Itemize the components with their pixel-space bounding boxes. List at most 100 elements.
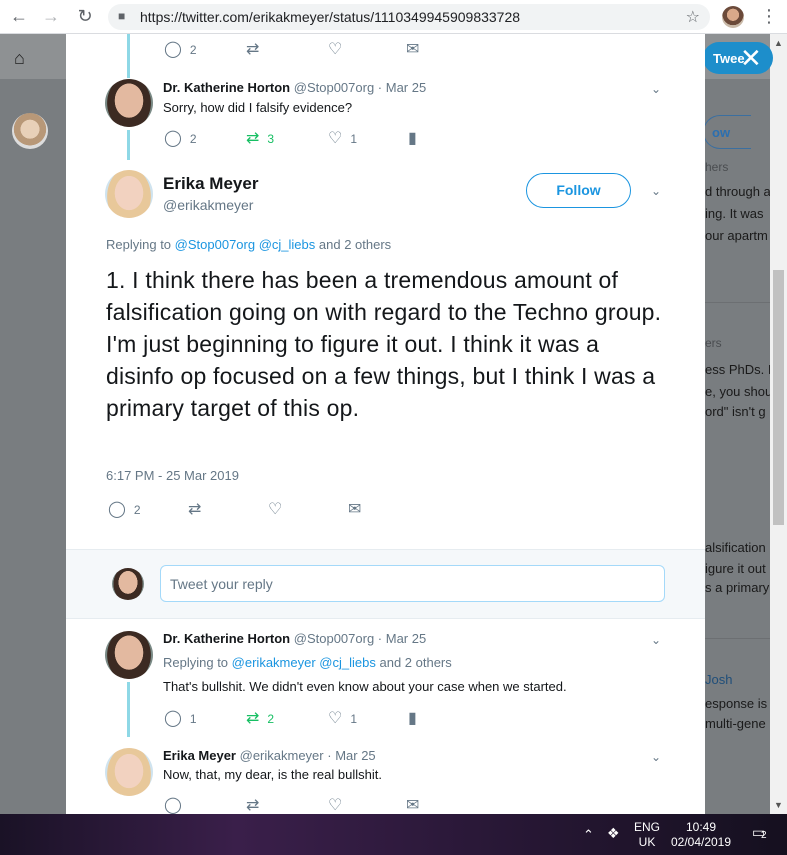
tweet-button[interactable]: Twee [703, 42, 773, 74]
background-snippet: Josh [705, 672, 733, 687]
heart-icon: ♡ [328, 130, 343, 147]
background-snippet: ing. It was [705, 206, 764, 221]
chevron-up-icon[interactable]: ⌃ [583, 827, 594, 842]
forward-icon[interactable]: → [40, 6, 62, 26]
background-snippet: d through a [705, 184, 771, 199]
author-name[interactable]: Erika Meyer [163, 174, 258, 194]
background-snippet: ord" isn't g [705, 404, 766, 419]
timestamp[interactable]: 6:17 PM - 25 Mar 2019 [106, 468, 239, 483]
tweet-text: Sorry, how did I falsify evidence? [163, 100, 353, 115]
retweet-icon: ⇄ [246, 797, 260, 814]
divider [705, 302, 770, 303]
reply-icon: ◯ [108, 501, 126, 518]
profile-avatar[interactable] [722, 6, 744, 28]
close-icon[interactable]: ✕ [740, 44, 762, 72]
chevron-down-icon[interactable]: ⌄ [651, 750, 661, 764]
tweet-text: That's bullshit. We didn't even know abo… [163, 679, 567, 694]
analytics-action[interactable]: ▮ [408, 711, 425, 727]
replying-to: Replying to @Stop007org @cj_liebs and 2 … [106, 237, 392, 252]
avatar[interactable] [105, 170, 153, 218]
envelope-icon: ✉ [406, 797, 420, 814]
message-action[interactable]: ✉ [348, 502, 369, 518]
user-avatar [112, 568, 144, 600]
tweet-author[interactable]: Dr. Katherine Horton @Stop007org · Mar 2… [163, 631, 426, 646]
retweet-action[interactable]: ⇄ [246, 42, 267, 58]
scroll-up-icon[interactable]: ▲ [774, 38, 783, 48]
tweet-author[interactable]: Erika Meyer @erikakmeyer · Mar 25 [163, 748, 376, 763]
like-action[interactable]: ♡ 1 [328, 131, 357, 147]
thread-line [127, 34, 130, 78]
background-snippet: multi-gene [705, 716, 766, 731]
chevron-down-icon[interactable]: ⌄ [651, 82, 661, 96]
avatar[interactable] [105, 631, 153, 679]
thread-line [127, 130, 130, 160]
like-action[interactable]: ♡ [328, 42, 350, 58]
envelope-icon: ✉ [406, 41, 420, 58]
scrollbar-thumb[interactable] [773, 270, 784, 525]
reload-icon[interactable]: ↻ [74, 6, 96, 26]
page-scrollbar[interactable]: ▲ ▼ [770, 34, 787, 814]
url-text[interactable]: https://twitter.com/erikakmeyer/status/1… [140, 9, 520, 25]
clock[interactable]: 10:49 02/04/2019 [670, 820, 732, 850]
thread-line [127, 682, 130, 737]
background-snippet: s a primary [705, 580, 770, 595]
follow-button[interactable]: Follow [526, 173, 631, 208]
message-action[interactable]: ✉ [406, 798, 427, 814]
retweet-action[interactable]: ⇄ 2 [246, 711, 274, 727]
reply-icon: ◯ [164, 41, 182, 58]
lock-icon: ■ [118, 9, 126, 23]
reply-icon: ◯ [164, 797, 182, 814]
background-snippet: ess PhDs. I [705, 362, 772, 377]
retweet-icon: ⇄ [246, 130, 260, 147]
reply-action[interactable]: ◯ 1 [164, 711, 197, 727]
background-snippet: e, you shou [705, 384, 773, 399]
retweet-icon: ⇄ [246, 710, 260, 727]
retweet-icon: ⇄ [188, 501, 202, 518]
tweet-modal: ◯ 2 ⇄ ♡ ✉ Dr. Katherine Horton @Stop007or… [66, 34, 705, 814]
retweet-action[interactable]: ⇄ 3 [246, 131, 274, 147]
envelope-icon: ✉ [348, 501, 362, 518]
heart-icon: ♡ [328, 710, 343, 727]
home-icon: ⌂ [14, 48, 25, 68]
like-action[interactable]: ♡ [328, 798, 350, 814]
language-indicator[interactable]: ENG UK [634, 820, 660, 850]
background-snippet: our apartm [705, 228, 768, 243]
reply-action[interactable]: ◯ [164, 798, 190, 814]
message-action[interactable]: ✉ [406, 42, 427, 58]
reply-input[interactable]: Tweet your reply [160, 565, 665, 602]
notification-icon[interactable]: ▭ 2 [752, 824, 772, 844]
author-handle[interactable]: @erikakmeyer [163, 197, 253, 213]
retweet-action[interactable]: ⇄ [188, 502, 209, 518]
chevron-down-icon[interactable]: ⌄ [651, 633, 661, 647]
avatar[interactable] [105, 748, 153, 796]
os-taskbar: ⌃ ❖ ENG UK 10:49 02/04/2019 ▭ 2 [0, 814, 787, 855]
retweet-icon: ⇄ [246, 41, 260, 58]
dropbox-icon[interactable]: ❖ [607, 826, 620, 841]
reply-icon: ◯ [164, 710, 182, 727]
heart-icon: ♡ [328, 41, 343, 58]
bar-chart-icon: ▮ [408, 130, 417, 147]
back-icon[interactable]: ← [8, 6, 30, 26]
bookmark-star-icon[interactable]: ☆ [686, 7, 700, 27]
background-snippet: ers [705, 336, 722, 350]
background-avatar [12, 113, 48, 149]
chevron-down-icon[interactable]: ⌄ [651, 184, 661, 198]
browser-toolbar: ← → ↻ ■ https://twitter.com/erikakmeyer/… [0, 0, 787, 34]
background-follow-button[interactable]: ow [703, 115, 751, 149]
address-bar[interactable]: ■ https://twitter.com/erikakmeyer/status… [108, 4, 710, 30]
background-snippet: igure it out [705, 561, 766, 576]
retweet-action[interactable]: ⇄ [246, 798, 267, 814]
reply-action[interactable]: ◯ 2 [108, 502, 141, 518]
bar-chart-icon: ▮ [408, 710, 417, 727]
analytics-action[interactable]: ▮ [408, 131, 425, 147]
avatar[interactable] [105, 79, 153, 127]
like-action[interactable]: ♡ [268, 502, 290, 518]
divider [705, 638, 770, 639]
menu-icon[interactable]: ⋮ [760, 6, 778, 26]
tweet-author[interactable]: Dr. Katherine Horton @Stop007org · Mar 2… [163, 80, 426, 95]
reply-action[interactable]: ◯ 2 [164, 42, 197, 58]
scroll-down-icon[interactable]: ▼ [774, 800, 783, 810]
reply-action[interactable]: ◯ 2 [164, 131, 197, 147]
reply-composer: Tweet your reply [66, 549, 705, 619]
like-action[interactable]: ♡ 1 [328, 711, 357, 727]
